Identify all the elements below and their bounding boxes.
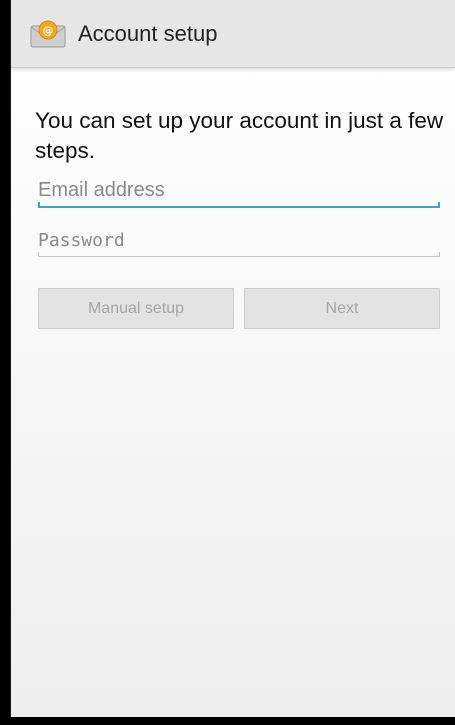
email-field[interactable] [38,172,440,208]
intro-text: You can set up your account in just a fe… [35,108,444,163]
svg-text:@: @ [43,24,54,37]
account-setup-screen: @ Account setup You can set up your acco… [10,0,455,717]
bottom-bar [0,717,455,725]
password-field[interactable] [38,222,440,258]
password-field-underline [38,252,440,257]
app-title: Account setup [78,20,218,46]
next-button[interactable]: Next [244,288,440,329]
manual-setup-button[interactable]: Manual setup [38,288,234,329]
email-field-underline [38,202,440,208]
action-bar: @ Account setup [11,0,455,68]
email-app-icon: @ [29,19,69,49]
